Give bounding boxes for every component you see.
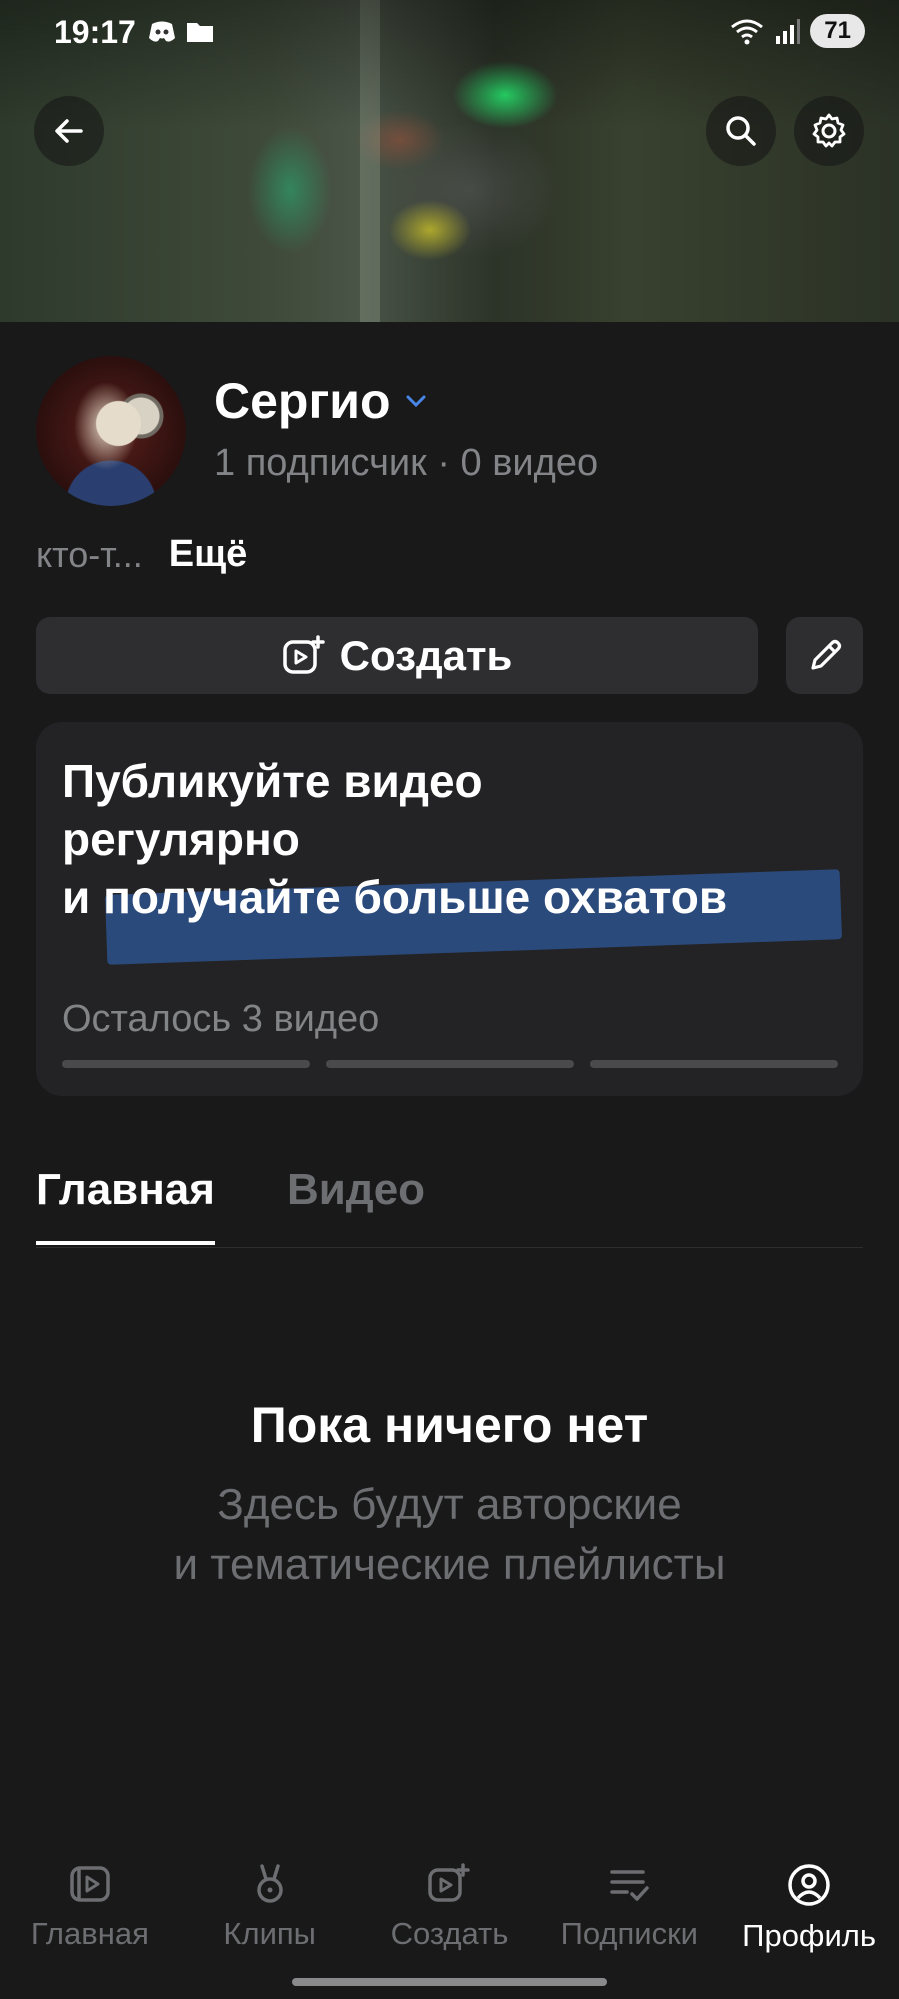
- create-video-icon: [282, 634, 325, 674]
- tabs-divider: [36, 1247, 863, 1248]
- nav-item-profile[interactable]: Профиль: [719, 1862, 899, 1972]
- channel-description: кто-т... Ещё: [36, 533, 247, 576]
- promo-title-highlight: получайте больше охватов: [103, 871, 728, 923]
- arrow-left-icon: [55, 119, 83, 143]
- discord-icon: [149, 21, 175, 42]
- subscriptions-icon: [610, 1870, 650, 1901]
- wifi-icon: [731, 19, 764, 45]
- videos-remaining: Осталось 3 видео: [62, 998, 380, 1040]
- nav-item-clips[interactable]: Клипы: [180, 1862, 360, 1972]
- pencil-icon: [810, 639, 841, 670]
- tab-main[interactable]: Главная: [36, 1165, 215, 1245]
- channel-stats: 1 подписчик · 0 видео: [214, 442, 599, 484]
- tab-video[interactable]: Видео: [287, 1165, 425, 1245]
- nav-label-profile: Профиль: [742, 1918, 876, 1953]
- progress-segment: [326, 1060, 574, 1068]
- promo-title-prefix: и: [62, 871, 91, 923]
- publish-regularly-card: Публикуйте видео регулярно и получайте б…: [36, 722, 863, 1096]
- profile-tabs: Главная Видео: [36, 1165, 425, 1245]
- search-button[interactable]: [706, 96, 776, 166]
- promo-progress: [62, 1060, 838, 1068]
- empty-state-title: Пока ничего нет: [250, 1397, 649, 1453]
- signal-icon: [776, 19, 801, 44]
- clips-icon: [256, 1864, 283, 1903]
- channel-name: Сергио: [214, 373, 391, 429]
- settings-button[interactable]: [794, 96, 864, 166]
- nav-label-clips: Клипы: [223, 1916, 316, 1951]
- video-library-icon: [70, 1866, 110, 1902]
- description-text: кто-т...: [36, 533, 143, 575]
- folder-icon: [187, 23, 213, 42]
- progress-segment: [62, 1060, 310, 1068]
- nav-item-create[interactable]: Создать: [360, 1862, 540, 1972]
- channel-name-row[interactable]: Сергио: [214, 372, 427, 430]
- nav-label-home: Главная: [30, 1916, 149, 1951]
- promo-title: Публикуйте видео регулярно и получайте б…: [62, 752, 852, 926]
- home-indicator[interactable]: [292, 1978, 607, 1986]
- nav-label-subscriptions: Подписки: [560, 1916, 698, 1951]
- nav-item-home[interactable]: Главная: [0, 1862, 180, 1972]
- chevron-down-icon: [406, 395, 426, 408]
- status-bar: 19:17 71: [0, 0, 899, 64]
- nav-label-create: Создать: [390, 1916, 509, 1951]
- create-video-icon: [428, 1863, 471, 1902]
- nav-item-subscriptions[interactable]: Подписки: [539, 1862, 719, 1972]
- edit-profile-button[interactable]: [786, 617, 863, 694]
- promo-title-line2: регулярно: [62, 813, 300, 865]
- avatar[interactable]: [36, 356, 186, 506]
- profile-icon: [788, 1864, 830, 1906]
- status-time: 19:17: [54, 14, 136, 50]
- more-link[interactable]: Ещё: [169, 533, 248, 576]
- empty-state-description: Здесь будут авторские и тематические пле…: [0, 1475, 899, 1595]
- promo-title-line3: и получайте больше охватов: [62, 868, 852, 926]
- bottom-navigation: Главная Клипы Создать Подписки Профиль: [0, 1862, 899, 1972]
- notification-icons: [148, 20, 214, 44]
- progress-segment: [590, 1060, 838, 1068]
- search-icon: [726, 116, 756, 146]
- empty-state-line2: и тематические плейлисты: [173, 1540, 726, 1589]
- gear-icon: [812, 113, 846, 148]
- create-button-label: Создать: [339, 631, 513, 679]
- empty-state-line1: Здесь будут авторские: [217, 1480, 682, 1529]
- create-button[interactable]: Создать: [36, 617, 758, 694]
- battery-indicator: 71: [810, 14, 865, 48]
- promo-title-line1: Публикуйте видео: [62, 755, 483, 807]
- back-button[interactable]: [34, 96, 104, 166]
